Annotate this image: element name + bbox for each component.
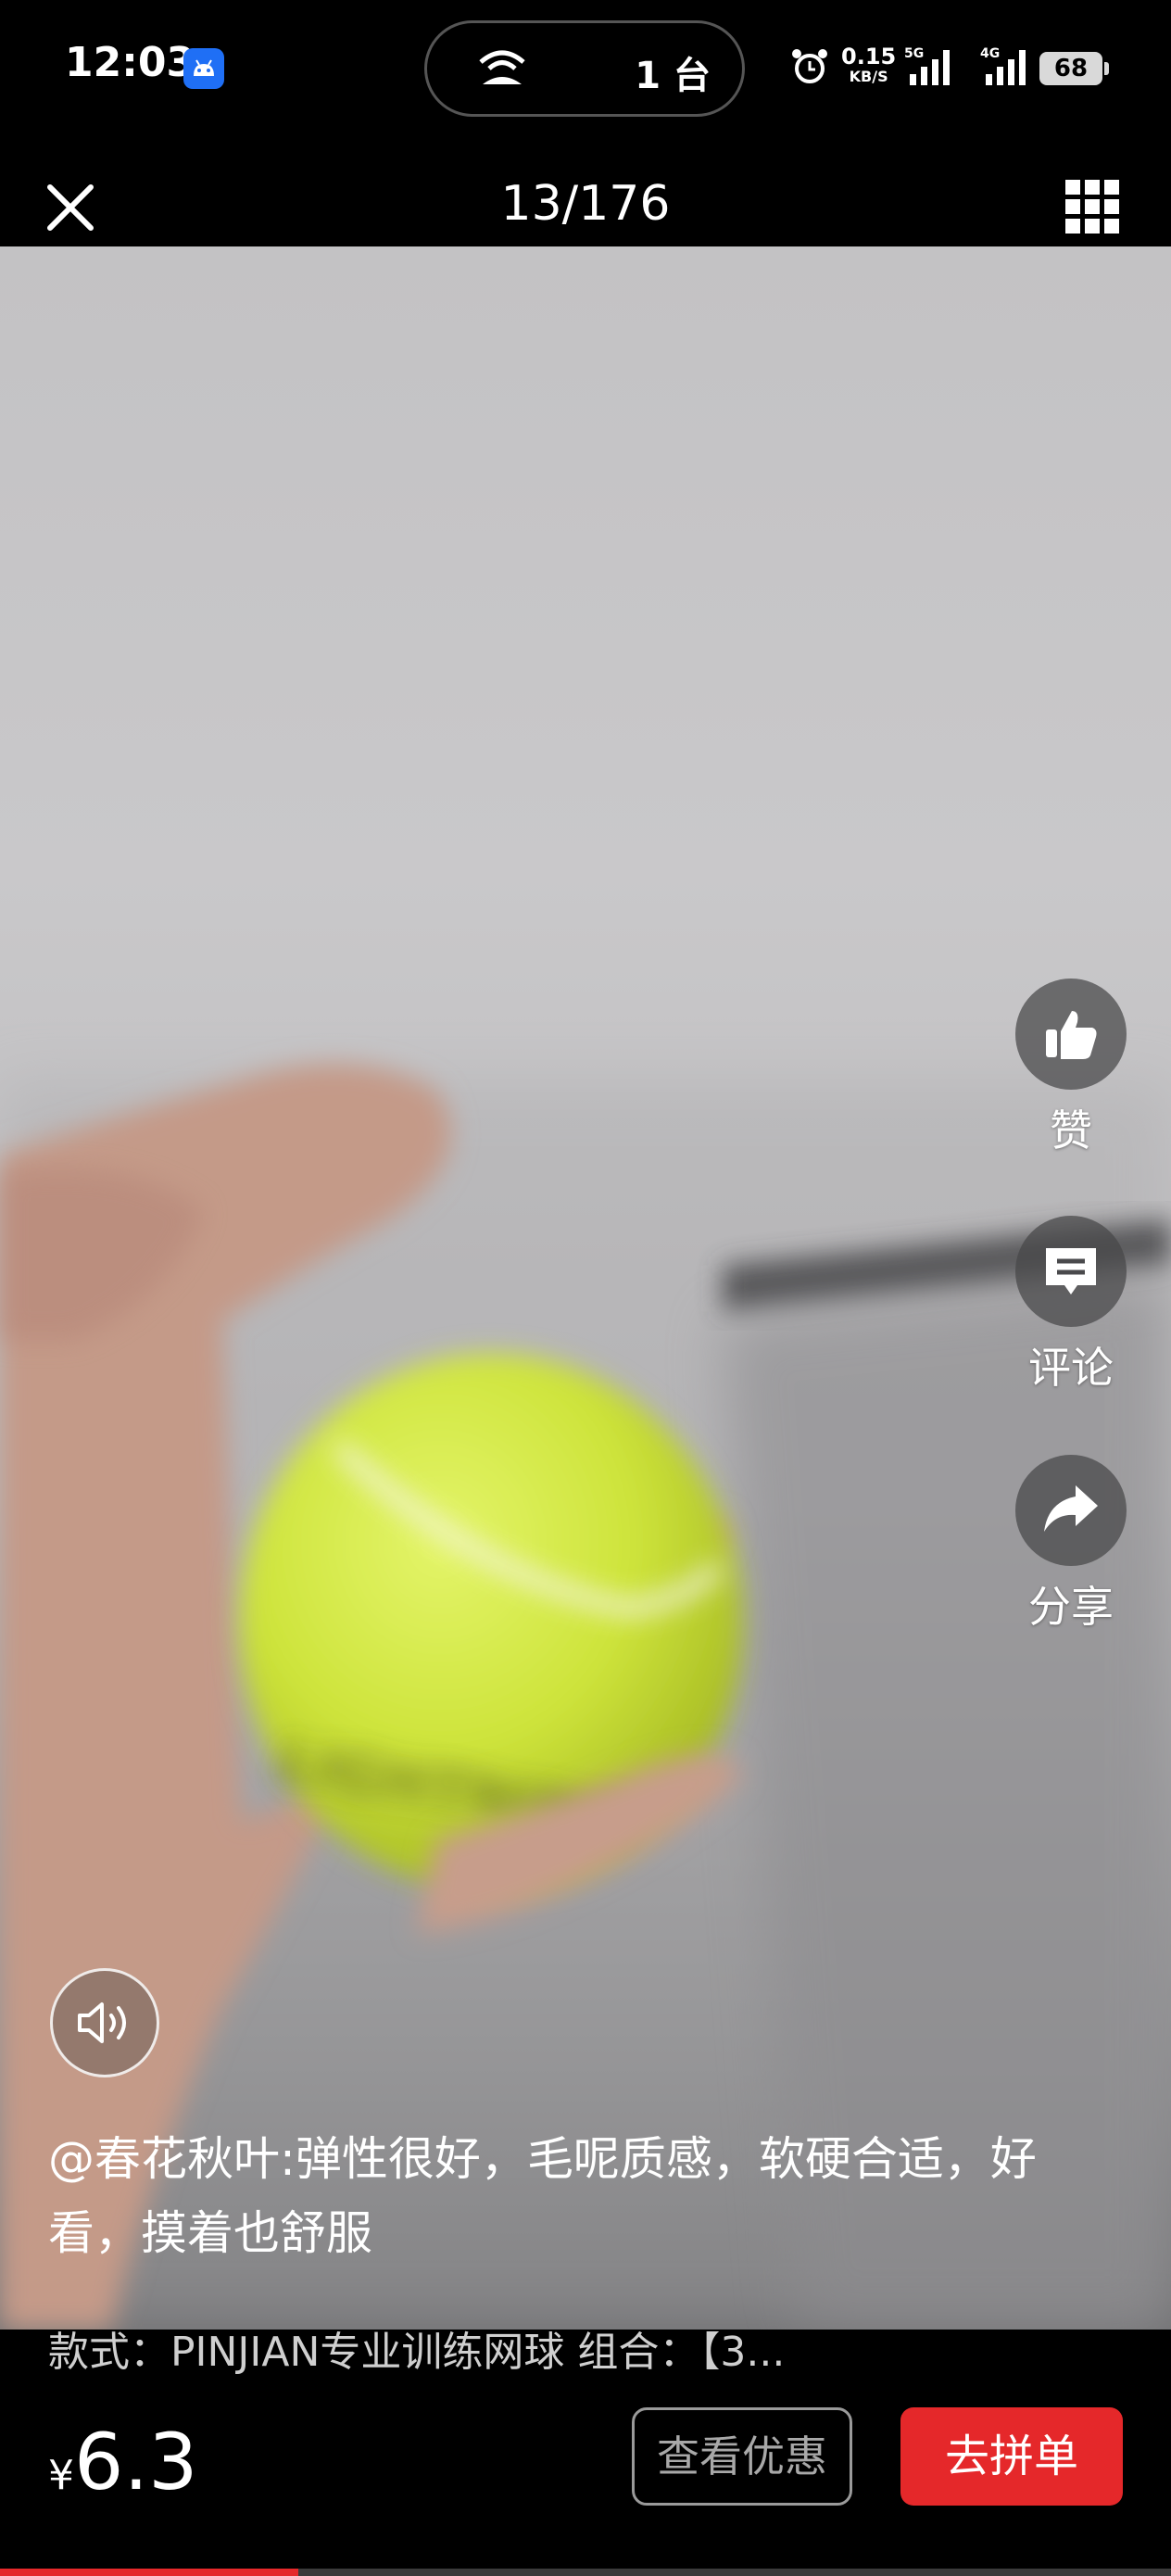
thumbs-up-icon bbox=[1015, 979, 1127, 1090]
review-video[interactable]: LIGHTNING 赞 评论 分享 bbox=[0, 246, 1171, 2330]
share-icon bbox=[1015, 1455, 1127, 1566]
price-value: 6.3 bbox=[74, 2417, 198, 2507]
network-speed: 0.15 KB/S bbox=[841, 44, 897, 85]
page-counter: 13/176 bbox=[500, 176, 671, 232]
video-progress-fill bbox=[0, 2569, 299, 2576]
share-button[interactable]: 分享 bbox=[1014, 1455, 1128, 1635]
share-label: 分享 bbox=[1028, 1582, 1114, 1632]
comment-label: 评论 bbox=[1028, 1343, 1114, 1393]
review-text: @春花秋叶:弹性很好，毛呢质感，软硬合适，好看，摸着也舒服 bbox=[48, 2132, 1037, 2260]
product-spec[interactable]: 款式：PINJIAN专业训练网球 组合：【3... bbox=[48, 2318, 1123, 2378]
view-deals-button[interactable]: 查看优惠 bbox=[632, 2407, 852, 2506]
svg-text:4G: 4G bbox=[980, 46, 1000, 61]
speaker-icon bbox=[78, 2002, 126, 2043]
sound-toggle-button[interactable] bbox=[50, 1968, 159, 2077]
signal-5g-icon: 5G bbox=[904, 46, 950, 85]
connected-devices: 1 台 bbox=[635, 55, 711, 97]
product-price: ¥6.3 bbox=[48, 2417, 198, 2507]
like-label: 赞 bbox=[1050, 1105, 1092, 1155]
video-progress-bar[interactable] bbox=[0, 2569, 1171, 2576]
video-frame-tennis-ball: LIGHTNING bbox=[0, 1064, 1171, 2330]
battery-indicator: 68 bbox=[1039, 52, 1109, 85]
status-bar: 12:03 1 台 0.15 KB/S 5G 4G 68 bbox=[0, 0, 1171, 139]
svg-text:5G: 5G bbox=[904, 46, 924, 61]
hotspot-pill[interactable]: 1 台 bbox=[424, 20, 745, 117]
comment-icon bbox=[1015, 1216, 1127, 1327]
android-app-icon bbox=[183, 48, 224, 89]
group-buy-button[interactable]: 去拼单 bbox=[900, 2407, 1123, 2506]
hotspot-icon bbox=[479, 50, 525, 84]
signal-4g-icon: 4G bbox=[980, 46, 1026, 85]
like-button[interactable]: 赞 bbox=[1014, 979, 1128, 1158]
comment-button[interactable]: 评论 bbox=[1014, 1216, 1128, 1395]
grid-icon[interactable] bbox=[1064, 178, 1121, 235]
alarm-icon bbox=[792, 49, 827, 83]
status-time: 12:03 bbox=[65, 39, 195, 86]
price-currency: ¥ bbox=[48, 2452, 74, 2499]
